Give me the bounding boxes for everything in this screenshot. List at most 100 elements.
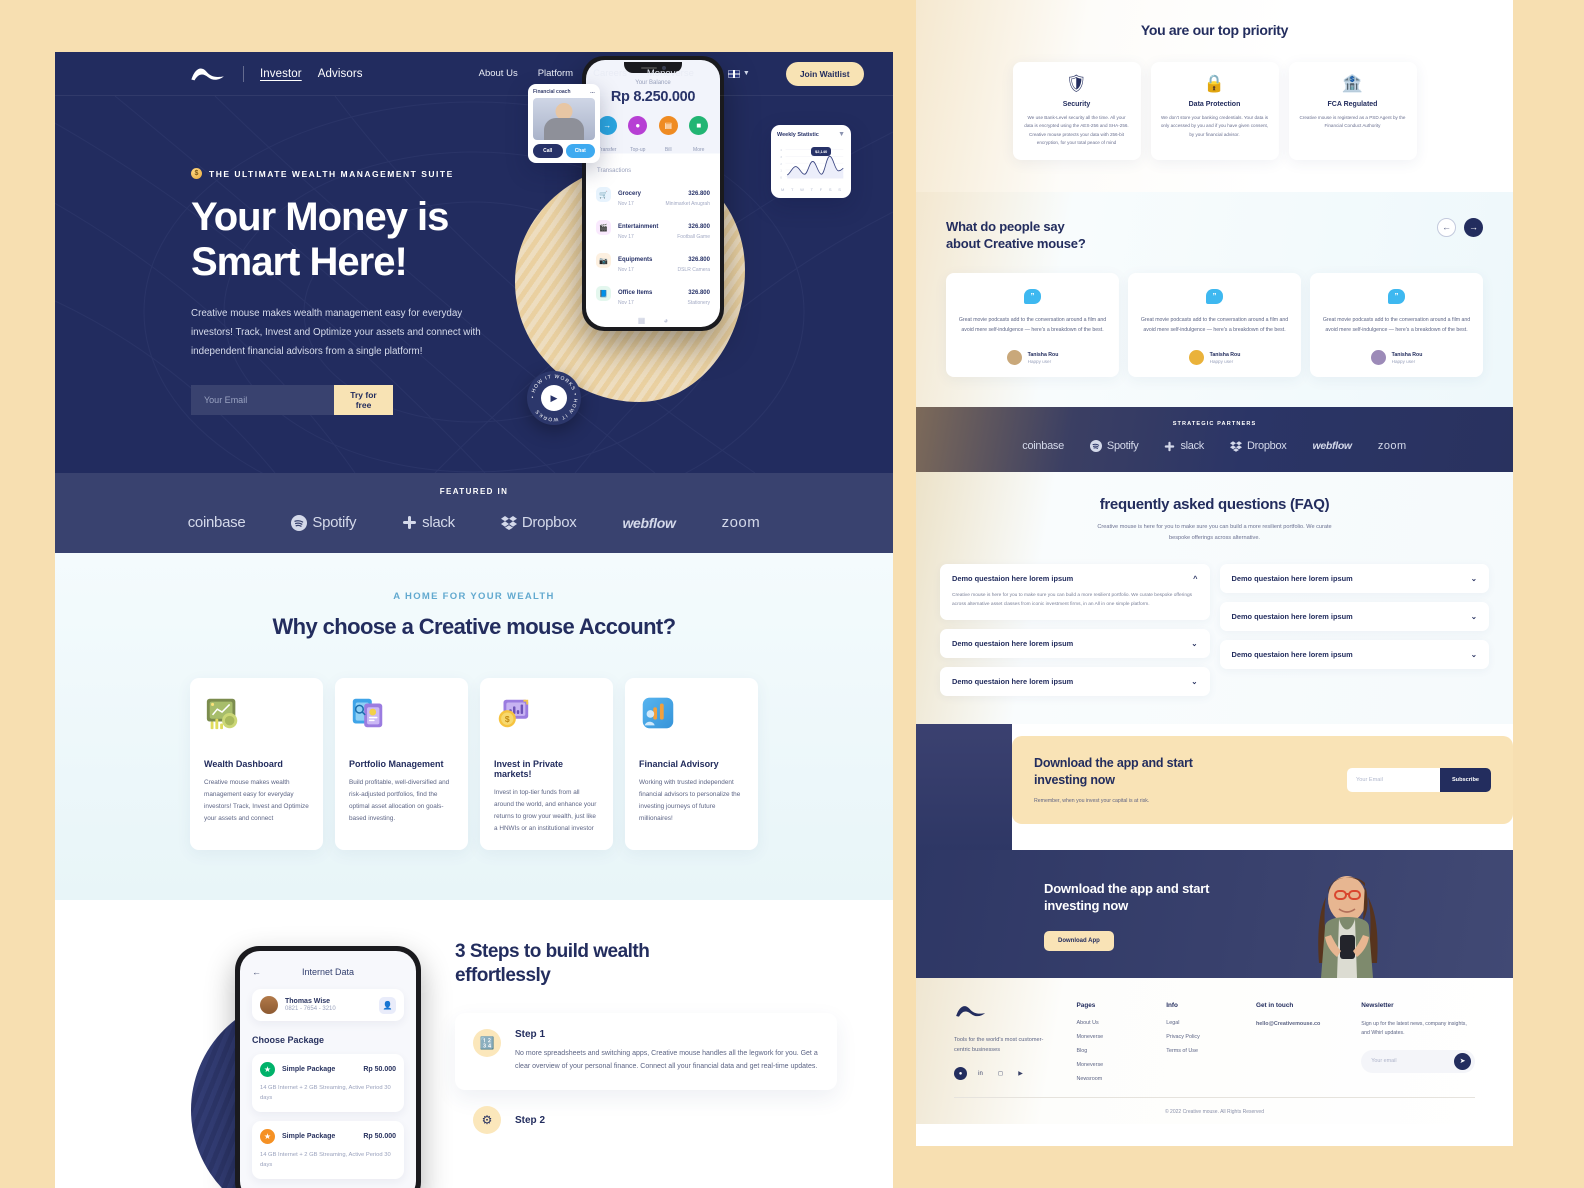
subscribe-email-input[interactable] — [1347, 767, 1440, 792]
footer-link-about-us[interactable]: About Us — [1077, 1020, 1141, 1026]
faq-item-open[interactable]: Demo questaion here lorem ipsum ^ Creati… — [940, 563, 1210, 620]
faq-question-row[interactable]: Demo questaion here lorem ipsum ⌄ — [1232, 612, 1478, 621]
testimonials-header: What do people say about Creative mouse?… — [946, 217, 1483, 253]
right-page-panel: You are our top priority 🛡 Security We u… — [916, 0, 1513, 1146]
chevron-down-icon[interactable]: ⌄ — [1471, 574, 1477, 583]
subscribe-form[interactable]: Subscribe — [1347, 767, 1491, 792]
newsletter-description: Sign up for the latest news, company ins… — [1361, 1020, 1467, 1037]
dropbox-icon — [1230, 440, 1242, 452]
hero-signup-form[interactable]: Try for free — [191, 385, 393, 416]
linkedin-icon[interactable]: in — [974, 1067, 987, 1080]
footer-email-input[interactable] — [1371, 1058, 1454, 1065]
nav-link-advisors[interactable]: Advisors — [318, 68, 363, 80]
footer-link-privacy-policy[interactable]: Privacy Policy — [1166, 1034, 1230, 1040]
feature-card-body: Creative mouse makes wealth management e… — [204, 779, 309, 822]
why-cards-row: Wealth Dashboard Creative mouse makes we… — [55, 678, 893, 851]
footer-link-blog[interactable]: Blog — [1077, 1048, 1141, 1054]
back-arrow-icon[interactable]: ← — [252, 967, 261, 977]
priority-cards-row: 🛡 Security We use Bank-Level security al… — [916, 62, 1513, 160]
instagram-icon[interactable]: ◻ — [994, 1067, 1007, 1080]
faq-question: Demo questaion here lorem ipsum — [952, 638, 1074, 648]
faq-item[interactable]: Demo questaion here lorem ipsum ⌄ — [1219, 639, 1489, 669]
footer-link-legal[interactable]: Legal — [1166, 1020, 1230, 1026]
faq-section: frequently asked questions (FAQ) Creativ… — [916, 472, 1513, 724]
nav-link-about-us[interactable]: About Us — [479, 68, 518, 79]
avatar — [260, 996, 278, 1015]
phone-app-header: ← Internet Data — [252, 967, 404, 977]
slack-icon — [1165, 441, 1175, 451]
feature-card-private-markets[interactable]: $ Invest in Private markets! Invest in t… — [480, 678, 613, 851]
download-app-title: Download the app and start investing now — [1044, 880, 1513, 914]
top-priority-section: You are our top priority 🛡 Security We u… — [916, 0, 1513, 192]
faq-question-row[interactable]: Demo questaion here lorem ipsum ⌄ — [1232, 650, 1478, 659]
send-icon[interactable]: ➤ — [1454, 1052, 1471, 1070]
star-icon: ★ — [260, 1129, 275, 1145]
hero-email-input[interactable] — [191, 385, 334, 416]
carousel-next-button[interactable]: → — [1464, 217, 1483, 237]
dropbox-text: Dropbox — [521, 514, 577, 531]
footer-link-terms-of-use[interactable]: Terms of Use — [1166, 1048, 1230, 1054]
social-links[interactable]: ● in ◻ ▶ — [954, 1067, 1051, 1081]
nav-link-moneverse[interactable]: Moneverse — [647, 68, 694, 79]
chevron-down-icon[interactable]: ⌄ — [1191, 677, 1197, 686]
nav-link-careers[interactable]: Careers — [593, 68, 627, 79]
chevron-down-icon[interactable]: ⌄ — [1471, 612, 1477, 621]
nav-link-platform[interactable]: Platform — [538, 68, 573, 79]
brand-logo-icon — [956, 1005, 986, 1017]
nav-secondary-group[interactable]: About Us Platform Careers Moneverse ▼ Jo… — [479, 61, 864, 86]
priority-card-title: Data Protection — [1188, 101, 1241, 108]
faq-question-row[interactable]: Demo questaion here lorem ipsum ^ — [952, 574, 1198, 583]
feature-card-financial-advisory[interactable]: Financial Advisory Working with trusted … — [625, 678, 758, 851]
carousel-arrows[interactable]: ← → — [1437, 217, 1483, 237]
footer-link-moneverse-2[interactable]: Moneverse — [1077, 1062, 1141, 1068]
package-option[interactable]: ★ Simple Package Rp 50.000 14 GB Interne… — [252, 1054, 404, 1113]
download-app-button[interactable]: Download App — [1044, 930, 1114, 951]
contacts-icon[interactable]: 👤 — [379, 996, 396, 1014]
package-price: Rp 50.000 — [363, 1133, 396, 1141]
faq-subtitle: Creative mouse is here for you to make s… — [1097, 524, 1332, 541]
feature-card-wealth-dashboard[interactable]: Wealth Dashboard Creative mouse makes we… — [190, 678, 323, 851]
webflow-logo: webflow — [1312, 440, 1352, 453]
priority-card-data-protection[interactable]: 🔒 Data Protection We don't store your ba… — [1150, 62, 1279, 160]
main-navigation[interactable]: Investor Advisors About Us Platform Care… — [55, 52, 893, 96]
dropbox-icon — [500, 515, 517, 530]
chevron-down-icon[interactable]: ⌄ — [1191, 639, 1197, 648]
footer-link-moneverse[interactable]: Moneverse — [1077, 1034, 1141, 1040]
steps-phone-mockup: ← Internet Data Thomas Wise 0821 - 7654 … — [235, 946, 421, 1188]
carousel-prev-button[interactable]: ← — [1437, 217, 1456, 237]
avatar — [1006, 350, 1022, 366]
zoom-logo: zoom — [721, 514, 761, 531]
priority-card-fca-regulated[interactable]: 🏦 FCA Regulated Creative mouse is regist… — [1288, 62, 1417, 160]
priority-card-security[interactable]: 🛡 Security We use Bank-Level security al… — [1012, 62, 1141, 160]
feature-card-portfolio-management[interactable]: Portfolio Management Build profitable, w… — [335, 678, 468, 851]
faq-question-row[interactable]: Demo questaion here lorem ipsum ⌄ — [952, 677, 1198, 686]
faq-item[interactable]: Demo questaion here lorem ipsum ⌄ — [1219, 601, 1489, 631]
faq-question-row[interactable]: Demo questaion here lorem ipsum ⌄ — [952, 639, 1198, 648]
faq-item[interactable]: Demo questaion here lorem ipsum ⌄ — [940, 666, 1210, 696]
chevron-down-icon[interactable]: ⌄ — [1471, 650, 1477, 659]
chevron-up-icon[interactable]: ^ — [1193, 574, 1197, 583]
join-waitlist-button[interactable]: Join Waitlist — [785, 61, 864, 86]
user-name: Thomas Wise — [285, 998, 331, 1006]
footer-column-contact: Get in touch hello@Creativemouse.co — [1256, 1002, 1335, 1090]
testimonial-quote: Great movie podcasts add to the conversa… — [1322, 316, 1471, 334]
priority-card-title: Security — [1062, 101, 1091, 108]
language-selector[interactable]: ▼ — [727, 69, 750, 78]
twitter-icon[interactable]: ● — [954, 1067, 967, 1081]
nav-primary-group[interactable]: Investor Advisors — [260, 68, 363, 80]
nav-link-investor[interactable]: Investor — [260, 68, 302, 80]
try-for-free-button[interactable]: Try for free — [334, 385, 393, 416]
youtube-icon[interactable]: ▶ — [1014, 1067, 1027, 1080]
testimonial-card: ” Great movie podcasts add to the conver… — [946, 272, 1119, 378]
hero-title: Your Money is Smart Here! — [191, 195, 521, 285]
faq-item[interactable]: Demo questaion here lorem ipsum ⌄ — [940, 628, 1210, 658]
calculator-icon: 🔢 — [473, 1028, 501, 1057]
faq-item[interactable]: Demo questaion here lorem ipsum ⌄ — [1219, 563, 1489, 593]
faq-question-row[interactable]: Demo questaion here lorem ipsum ⌄ — [1232, 574, 1478, 583]
footer-link-newsroom[interactable]: Newsroom — [1077, 1076, 1141, 1082]
brand-logo-icon[interactable] — [189, 64, 227, 84]
subscribe-button[interactable]: Subscribe — [1439, 767, 1491, 792]
footer-newsletter-form[interactable]: ➤ — [1361, 1049, 1475, 1073]
footer-contact-email[interactable]: hello@Creativemouse.co — [1256, 1020, 1335, 1028]
package-option[interactable]: ★ Simple Package Rp 50.000 14 GB Interne… — [252, 1121, 404, 1179]
